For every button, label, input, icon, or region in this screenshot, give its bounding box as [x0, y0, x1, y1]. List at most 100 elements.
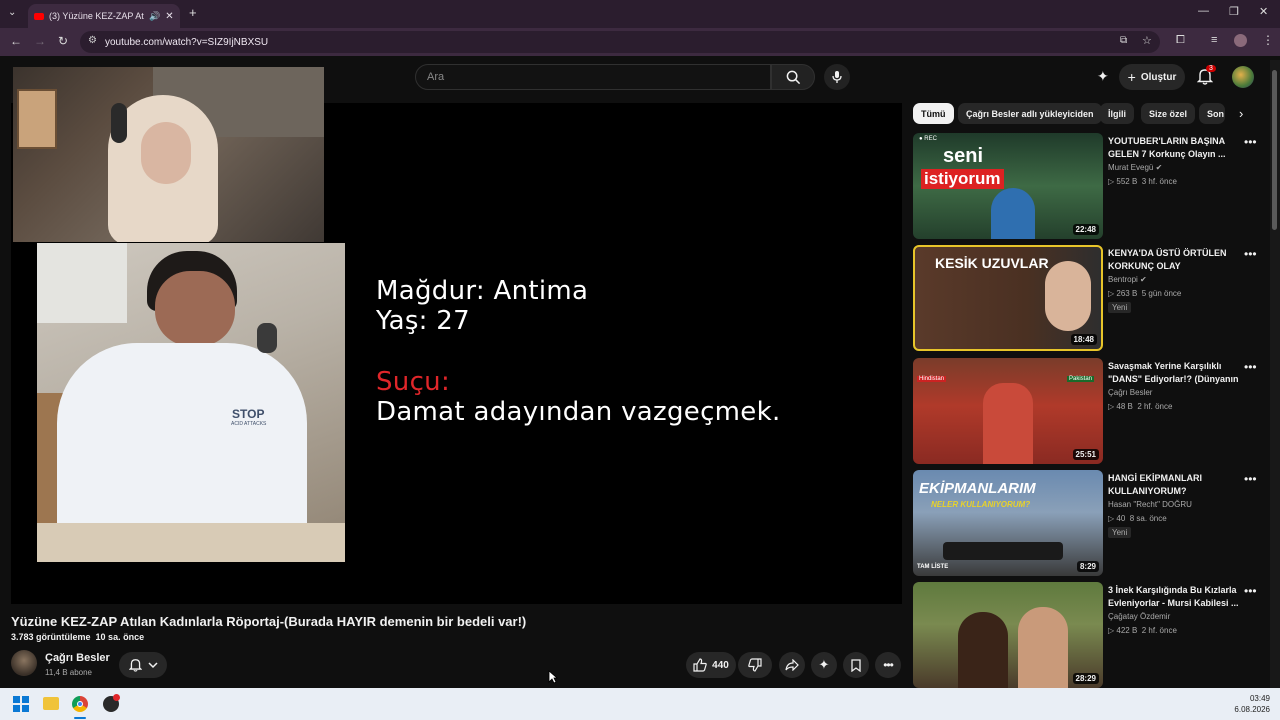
new-badge: Yeni — [1108, 302, 1132, 313]
more-actions-button[interactable]: ••• — [875, 652, 901, 678]
more-options-icon[interactable]: ••• — [1244, 247, 1257, 261]
thumb-text: Pakistan — [1067, 376, 1095, 382]
video-thumbnail[interactable]: EKİPMANLARIM NELER KULLANIYORUM? TAM LİS… — [913, 470, 1103, 576]
start-tile — [13, 696, 20, 703]
ask-ai-button[interactable]: ✦ — [811, 652, 837, 678]
window-close-icon[interactable]: ✕ — [1259, 5, 1268, 18]
file-explorer-icon[interactable] — [43, 697, 59, 710]
page-scrollbar[interactable] — [1270, 60, 1280, 688]
recommendation-title[interactable]: KENYA'DA ÜSTÜ ÖRTÜLEN KORKUNÇ OLAY — [1108, 247, 1240, 273]
sparkle-icon: ✦ — [818, 657, 830, 672]
recommendation-title[interactable]: 3 İnek Karşılığında Bu Kızlarla Evleniyo… — [1108, 584, 1240, 610]
slide-age-line: Yaş: 27 — [376, 306, 470, 336]
tab-audio-icon[interactable]: 🔊 — [149, 11, 160, 22]
tab-close-icon[interactable]: ✕ — [165, 11, 173, 22]
video-thumbnail[interactable]: KESİK UZUVLAR 18:48 — [913, 245, 1103, 351]
video-thumbnail[interactable]: 28:29 — [913, 582, 1103, 688]
recommendation-title[interactable]: Savaşmak Yerine Karşılıklı "DANS" Ediyor… — [1108, 360, 1240, 386]
chip-recent[interactable]: Son — [1199, 103, 1225, 124]
recommendation-meta: ▷ 48 B 2 hf. önce — [1108, 402, 1172, 411]
start-tile — [13, 705, 20, 712]
video-meta: 3.783 görüntüleme 10 sa. önce — [11, 632, 144, 642]
video-thumbnail[interactable]: ● REC seni istiyorum 22:48 — [913, 133, 1103, 239]
views-icon: ▷ — [1108, 626, 1115, 635]
subscription-bell-button[interactable] — [119, 652, 167, 678]
browser-tab-active[interactable]: (3) Yüzüne KEZ-ZAP Atılan Kadınlarla Röp… — [28, 4, 180, 28]
recommendation-item[interactable]: KESİK UZUVLAR 18:48 KENYA'DA ÜSTÜ ÖRTÜLE… — [913, 245, 1257, 351]
inset-table — [37, 523, 345, 562]
address-bar[interactable]: ⚙ youtube.com/watch?v=SIZ9IjNBXSU ⧉ ☆ — [80, 31, 1160, 53]
more-options-icon[interactable]: ••• — [1244, 135, 1257, 149]
notifications-button[interactable]: 3 — [1196, 65, 1217, 88]
new-tab-icon[interactable]: + — [189, 5, 197, 20]
obs-taskbar-icon[interactable] — [103, 694, 120, 712]
chip-all[interactable]: Tümü — [913, 103, 954, 124]
recommendation-meta: ▷ 40 8 sa. önce — [1108, 514, 1167, 523]
channel-name[interactable]: Çağrı Besler — [45, 652, 110, 664]
thumbs-up-icon — [693, 658, 707, 672]
recommendation-channel[interactable]: Hasan "Recht" DOĞRU — [1108, 500, 1192, 509]
bookmark-star-icon[interactable]: ☆ — [1142, 34, 1152, 47]
yt-premium-icon[interactable]: ✦ — [1097, 68, 1109, 85]
chip-for-you[interactable]: Size özel — [1141, 103, 1196, 124]
minimize-icon[interactable]: — — [1198, 5, 1209, 17]
recommendation-channel[interactable]: Murat Evegü ✔ — [1108, 163, 1162, 172]
video-player[interactable]: STOP ACID ATTACKS Mağdur: Antima Yaş: 27… — [11, 67, 902, 604]
recommendation-item[interactable]: ● REC seni istiyorum 22:48 YOUTUBER'LARI… — [913, 133, 1257, 239]
recommendation-channel[interactable]: Çağrı Besler — [1108, 388, 1152, 397]
more-options-icon[interactable]: ••• — [1244, 584, 1257, 598]
restore-icon[interactable]: ❐ — [1229, 5, 1239, 18]
bookmark-icon — [851, 658, 861, 672]
tab-title: (3) Yüzüne KEZ-ZAP Atılan Kadınlarla Röp… — [49, 11, 144, 21]
recommendation-channel[interactable]: Çağatay Özdemir — [1108, 612, 1170, 621]
back-icon[interactable]: ← — [10, 34, 22, 48]
video-duration: 8:29 — [1076, 561, 1099, 572]
voice-search-button[interactable] — [824, 64, 850, 90]
channel-name: Bentropi — [1108, 275, 1138, 284]
search-button[interactable] — [771, 64, 815, 90]
system-clock[interactable]: 03:49 6.08.2026 — [1234, 693, 1270, 715]
view-count: 3.783 görüntüleme — [11, 632, 91, 642]
create-button[interactable]: + Oluştur — [1119, 64, 1185, 90]
video-thumbnail[interactable]: Hindistan Pakistan 25:51 — [913, 358, 1103, 464]
recommendation-item[interactable]: 28:29 3 İnek Karşılığında Bu Kızlarla Ev… — [913, 582, 1257, 688]
media-control-icon[interactable]: ≡ — [1211, 34, 1217, 46]
chrome-taskbar-icon[interactable] — [72, 696, 88, 712]
video-duration: 22:48 — [1072, 224, 1099, 235]
chips-next-icon[interactable]: › — [1239, 106, 1243, 121]
site-info-icon[interactable]: ⚙ — [88, 35, 97, 46]
upload-age: 2 hf. önce — [1137, 402, 1173, 411]
install-app-icon[interactable]: ⧉ — [1120, 35, 1127, 46]
chip-from-uploader[interactable]: Çağrı Besler adlı yükleyiciden — [958, 103, 1102, 124]
active-app-indicator — [74, 717, 86, 719]
more-options-icon[interactable]: ••• — [1244, 472, 1257, 486]
recording-dot-icon — [113, 694, 120, 701]
like-button[interactable]: 440 — [686, 652, 736, 678]
start-tile — [22, 696, 29, 703]
channel-avatar[interactable] — [11, 650, 37, 676]
dislike-button[interactable] — [738, 652, 772, 678]
recommendation-title[interactable]: YOUTUBER'LARIN BAŞINA GELEN 7 Korkunç Ol… — [1108, 135, 1240, 161]
reload-icon[interactable]: ↻ — [58, 34, 68, 48]
share-button[interactable] — [779, 652, 805, 678]
extensions-icon[interactable]: ⧠ — [1176, 34, 1185, 47]
save-button[interactable] — [843, 652, 869, 678]
profile-icon[interactable] — [1234, 34, 1247, 47]
microphone-icon — [832, 71, 842, 83]
forward-icon[interactable]: → — [34, 34, 46, 48]
views-icon: ▷ — [1108, 177, 1115, 186]
tab-search-icon[interactable]: ⌄ — [8, 7, 16, 18]
browser-menu-icon[interactable]: ⋮ — [1262, 33, 1274, 47]
scrollbar-thumb[interactable] — [1272, 70, 1277, 230]
windows-start-icon[interactable] — [13, 696, 29, 712]
clock-date: 6.08.2026 — [1234, 705, 1270, 714]
recommendation-item[interactable]: Hindistan Pakistan 25:51 Savaşmak Yerine… — [913, 358, 1257, 464]
chip-related[interactable]: İlgili — [1100, 103, 1134, 124]
video-duration: 28:29 — [1072, 673, 1099, 684]
recommendation-title[interactable]: HANGİ EKİPMANLARI KULLANIYORUM? TAVSİYEL… — [1108, 472, 1240, 498]
recommendation-channel[interactable]: Bentropi ✔ — [1108, 275, 1147, 284]
search-input[interactable]: Ara — [415, 64, 771, 90]
account-avatar[interactable] — [1232, 66, 1254, 88]
more-options-icon[interactable]: ••• — [1244, 360, 1257, 374]
recommendation-item[interactable]: EKİPMANLARIM NELER KULLANIYORUM? TAM LİS… — [913, 470, 1257, 576]
